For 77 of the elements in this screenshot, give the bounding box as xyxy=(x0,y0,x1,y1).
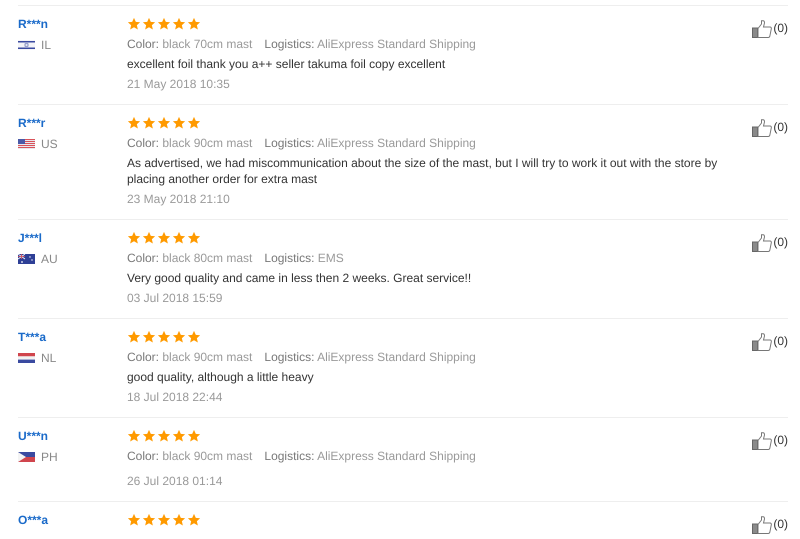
star-icon xyxy=(142,429,156,443)
thumbs-up-icon[interactable] xyxy=(752,432,772,450)
thumbs-up-icon[interactable] xyxy=(752,516,772,534)
reviewer-name[interactable]: T***a xyxy=(18,329,46,345)
star-icon xyxy=(127,116,141,130)
logistics-info: Logistics: EMS xyxy=(264,250,344,267)
flag-icon xyxy=(18,254,35,264)
country-code: US xyxy=(41,136,58,152)
star-icon xyxy=(142,231,156,245)
review-text: good quality, although a little heavy xyxy=(127,369,315,385)
logistics-info: Logistics: AliExpress Standard Shipping xyxy=(264,36,476,53)
logistics-info: Logistics: AliExpress Standard Shipping xyxy=(264,135,476,152)
color-info: Color: black 70cm mast xyxy=(127,36,252,53)
country-code: IL xyxy=(41,37,52,53)
star-icon xyxy=(172,330,186,344)
review-date: 03 Jul 2018 15:59 xyxy=(127,290,224,307)
star-icon xyxy=(172,429,186,443)
star-icon xyxy=(172,116,186,130)
star-icon xyxy=(172,17,186,31)
thumbs-up-icon[interactable] xyxy=(752,234,772,252)
star-icon xyxy=(157,429,171,443)
star-icon xyxy=(157,17,171,31)
star-icon xyxy=(187,513,201,527)
like-count: (0) xyxy=(773,20,788,36)
flag-icon xyxy=(18,353,35,363)
star-icon xyxy=(127,513,141,527)
like-count: (0) xyxy=(773,234,788,250)
star-icon xyxy=(172,231,186,245)
like-count: (0) xyxy=(773,516,788,532)
star-icon xyxy=(142,330,156,344)
review-text: excellent foil thank you a++ seller takuma foil copy excellent xyxy=(127,56,446,72)
star-icon xyxy=(187,330,201,344)
star-icon xyxy=(127,231,141,245)
reviewer-name[interactable]: O***a xyxy=(18,512,48,528)
thumbs-up-icon[interactable] xyxy=(752,333,772,351)
color-info: Color: black 90cm mast xyxy=(127,349,252,366)
star-icon xyxy=(172,513,186,527)
review-text: Very good quality and came in less then 2 weeks. Great service!! xyxy=(127,270,472,286)
review-date: 23 May 2018 21:10 xyxy=(127,191,231,208)
star-icon xyxy=(142,116,156,130)
thumbs-up-icon[interactable] xyxy=(752,20,772,38)
logistics-info: Logistics: AliExpress Standard Shipping xyxy=(264,448,476,465)
review-date: 21 May 2018 10:35 xyxy=(127,76,231,93)
country-code: NL xyxy=(41,350,56,366)
reviewer-name[interactable]: U***n xyxy=(18,428,48,444)
like-count: (0) xyxy=(773,432,788,448)
color-info: Color: black 90cm mast xyxy=(127,135,252,152)
country-code: AU xyxy=(41,251,58,267)
review-text: As advertised, we had miscommunication about the size of the mast, but I will try to work it out with the store by placing another order for extra mast xyxy=(127,155,718,187)
like-count: (0) xyxy=(773,119,788,135)
star-icon xyxy=(157,116,171,130)
star-icon xyxy=(157,231,171,245)
like-count: (0) xyxy=(773,333,788,349)
flag-icon xyxy=(18,139,35,149)
flag-icon xyxy=(18,452,35,462)
reviewer-name[interactable]: J***l xyxy=(18,230,42,246)
reviewer-name[interactable]: R***n xyxy=(18,16,48,32)
reviewer-name[interactable]: R***r xyxy=(18,115,46,131)
star-icon xyxy=(187,116,201,130)
star-icon xyxy=(142,17,156,31)
country-code: PH xyxy=(41,449,58,465)
star-icon xyxy=(127,429,141,443)
logistics-info: Logistics: AliExpress Standard Shipping xyxy=(264,349,476,366)
review-date: 26 Jul 2018 01:14 xyxy=(127,473,224,490)
color-info: Color: black 80cm mast xyxy=(127,250,252,267)
review-date: 18 Jul 2018 22:44 xyxy=(127,389,224,406)
star-icon xyxy=(142,513,156,527)
color-info: Color: black 90cm mast xyxy=(127,448,252,465)
star-icon xyxy=(187,231,201,245)
star-icon xyxy=(187,17,201,31)
thumbs-up-icon[interactable] xyxy=(752,119,772,137)
star-icon xyxy=(157,513,171,527)
star-icon xyxy=(187,429,201,443)
star-icon xyxy=(127,17,141,31)
star-icon xyxy=(157,330,171,344)
flag-icon xyxy=(18,40,35,50)
star-icon xyxy=(127,330,141,344)
